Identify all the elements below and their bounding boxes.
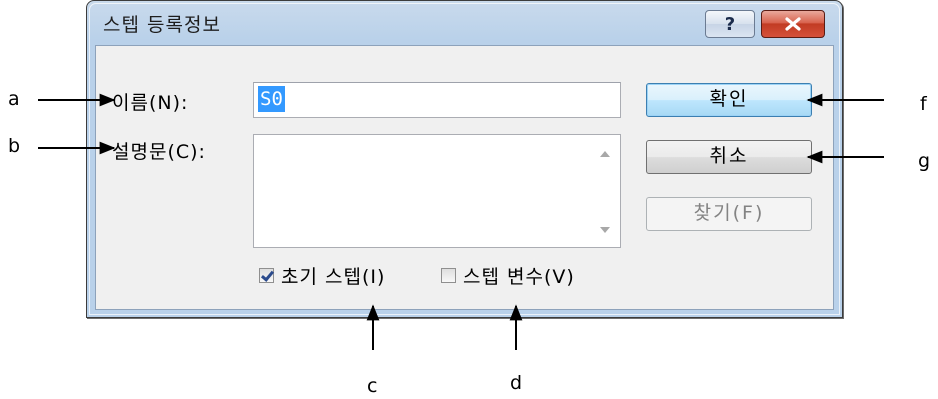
annotation-g: g	[918, 150, 931, 172]
annotation-a: a	[8, 88, 20, 110]
annotation-b: b	[8, 135, 21, 157]
annotation-arrows	[38, 93, 884, 350]
annotation-c: c	[367, 375, 378, 397]
annotation-d: d	[510, 372, 523, 394]
annotation-f: f	[920, 93, 927, 115]
